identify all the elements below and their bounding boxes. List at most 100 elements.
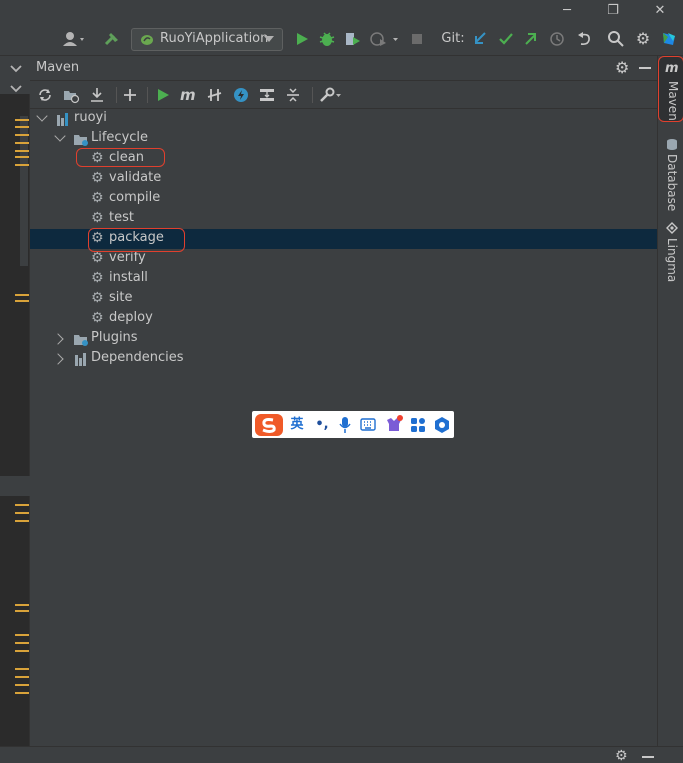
tree-node-lifecycle[interactable]: Lifecycle xyxy=(30,129,657,149)
profile-dropdown-button[interactable] xyxy=(368,29,402,49)
change-marker[interactable] xyxy=(15,692,29,694)
search-everywhere-button[interactable] xyxy=(606,29,626,49)
change-marker[interactable] xyxy=(15,134,29,136)
skip-tests-icon[interactable] xyxy=(232,86,250,104)
wrench-icon[interactable] xyxy=(318,86,342,104)
change-marker[interactable] xyxy=(15,150,29,152)
lifecycle-goal-test[interactable]: ⚙ test xyxy=(30,209,657,229)
gear-icon: ⚙ xyxy=(91,270,104,286)
microphone-icon[interactable] xyxy=(338,416,352,434)
change-marker[interactable] xyxy=(15,119,29,121)
change-marker[interactable] xyxy=(15,126,29,128)
tab-lingma[interactable]: Lingma xyxy=(658,220,683,282)
git-history-button[interactable] xyxy=(548,29,566,49)
change-marker[interactable] xyxy=(15,668,29,670)
gear-icon[interactable]: ⚙ xyxy=(615,748,628,763)
tab-database[interactable]: Database xyxy=(658,136,683,211)
download-icon[interactable] xyxy=(88,86,106,104)
lifecycle-goal-install[interactable]: ⚙ install xyxy=(30,269,657,289)
restore-button[interactable]: ❐ xyxy=(603,2,623,20)
rollback-button[interactable] xyxy=(575,29,593,49)
chevron-right-icon[interactable] xyxy=(52,333,64,345)
git-update-button[interactable] xyxy=(471,29,489,49)
add-icon[interactable] xyxy=(121,86,139,104)
window-title-bar: ─ ❐ ✕ xyxy=(0,0,683,22)
gear-icon: ⚙ xyxy=(91,310,104,326)
chevron-down-icon[interactable] xyxy=(54,130,66,142)
skin-icon[interactable] xyxy=(384,414,404,434)
run-configuration-label: RuoYiApplication xyxy=(160,31,269,46)
tree-node-label: Plugins xyxy=(91,330,138,345)
change-marker[interactable] xyxy=(15,504,29,506)
change-marker[interactable] xyxy=(15,650,29,652)
run-button[interactable] xyxy=(293,29,311,49)
git-push-button[interactable] xyxy=(522,29,540,49)
tree-node-label: compile xyxy=(109,190,161,205)
change-marker[interactable] xyxy=(15,642,29,644)
chevron-down-icon[interactable] xyxy=(36,110,48,122)
change-marker[interactable] xyxy=(15,610,29,612)
git-commit-button[interactable] xyxy=(497,29,515,49)
change-marker[interactable] xyxy=(15,156,29,158)
tree-node-root[interactable]: ruoyi xyxy=(30,109,657,129)
lifecycle-goal-validate[interactable]: ⚙ validate xyxy=(30,169,657,189)
change-marker[interactable] xyxy=(15,294,29,296)
dependencies-icon xyxy=(75,353,86,366)
minimize-button[interactable]: ─ xyxy=(557,2,577,20)
change-marker[interactable] xyxy=(15,512,29,514)
run-icon[interactable] xyxy=(154,86,172,104)
toggle-offline-icon[interactable] xyxy=(206,86,224,104)
collapse-all-icon[interactable] xyxy=(284,86,302,104)
gutter-splitter[interactable] xyxy=(0,476,30,496)
lifecycle-goal-verify[interactable]: ⚙ verify xyxy=(30,249,657,269)
maven-goal-icon[interactable]: m xyxy=(180,86,198,104)
change-marker[interactable] xyxy=(15,684,29,686)
tree-node-dependencies[interactable]: Dependencies xyxy=(30,349,657,369)
lifecycle-goal-compile[interactable]: ⚙ compile xyxy=(30,189,657,209)
tab-maven[interactable]: m Maven xyxy=(658,56,683,122)
checkmark-icon xyxy=(499,33,513,45)
change-marker[interactable] xyxy=(15,142,29,144)
gear-icon: ⚙ xyxy=(635,29,651,48)
change-marker[interactable] xyxy=(15,634,29,636)
chevron-down-icon[interactable] xyxy=(0,56,30,82)
show-dependencies-icon[interactable] xyxy=(258,86,276,104)
keyboard-icon[interactable] xyxy=(360,418,376,432)
scrollbar-track[interactable] xyxy=(20,116,28,266)
left-tool-gutter xyxy=(0,56,30,746)
toolbar-divider xyxy=(312,87,313,103)
settings-button[interactable]: ⚙ xyxy=(634,29,652,49)
hide-icon[interactable] xyxy=(642,756,654,758)
close-button[interactable]: ✕ xyxy=(650,2,670,20)
sogou-logo-icon[interactable] xyxy=(254,413,284,437)
change-marker[interactable] xyxy=(15,676,29,678)
reload-icon[interactable] xyxy=(36,86,54,104)
jetbrains-ai-button[interactable] xyxy=(660,29,678,49)
ime-punctuation-toggle[interactable]: •, xyxy=(312,415,332,434)
run-with-coverage-button[interactable] xyxy=(343,29,363,49)
lifecycle-goal-deploy[interactable]: ⚙ deploy xyxy=(30,309,657,329)
debug-button[interactable] xyxy=(318,29,336,49)
tree-node-label: test xyxy=(109,210,134,225)
user-menu-button[interactable] xyxy=(60,29,88,49)
stop-button[interactable] xyxy=(409,29,425,49)
chevron-right-icon[interactable] xyxy=(52,353,64,365)
left-gutter-tab[interactable] xyxy=(0,82,30,94)
tab-label: Maven xyxy=(666,81,680,121)
run-configuration-dropdown[interactable]: RuoYiApplication xyxy=(131,28,283,51)
change-marker[interactable] xyxy=(15,604,29,606)
change-marker[interactable] xyxy=(15,164,29,166)
generate-sources-icon[interactable] xyxy=(62,86,80,104)
gear-icon[interactable]: ⚙ xyxy=(615,58,629,77)
gear-icon: ⚙ xyxy=(91,210,104,226)
ime-language-toggle[interactable]: 英 xyxy=(288,415,306,434)
search-icon xyxy=(608,31,624,47)
change-marker[interactable] xyxy=(15,300,29,302)
settings-gear-icon[interactable] xyxy=(433,416,451,434)
toolbox-icon[interactable] xyxy=(410,417,426,433)
hide-icon[interactable] xyxy=(639,67,651,69)
build-button[interactable] xyxy=(102,29,122,49)
change-marker[interactable] xyxy=(15,520,29,522)
tree-node-plugins[interactable]: Plugins xyxy=(30,329,657,349)
lifecycle-goal-site[interactable]: ⚙ site xyxy=(30,289,657,309)
